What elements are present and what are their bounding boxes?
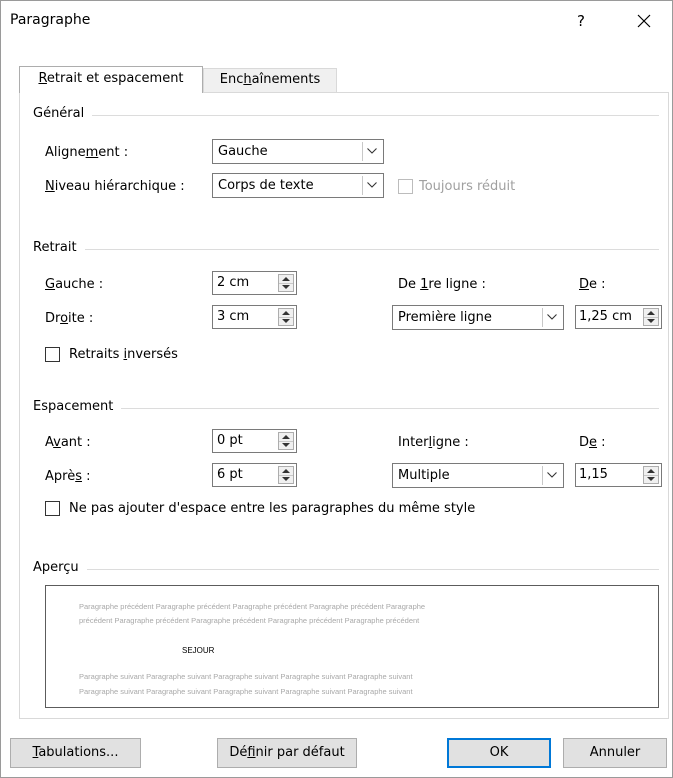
indent-left-spinner[interactable]: 2 cm — [212, 271, 297, 295]
spin-down-button[interactable] — [279, 283, 293, 291]
section-indent-title: Retrait — [33, 240, 85, 255]
ok-button[interactable]: OK — [447, 738, 551, 768]
preview-previous-line: précédent Paragraphe précédent Paragraph… — [79, 616, 420, 625]
preview-next-line: Paragraphe suivant Paragraphe suivant Pa… — [79, 672, 413, 681]
chevron-down-icon[interactable] — [542, 466, 561, 485]
tab-indents-spacing[interactable]: Retrait et espacement — [19, 66, 203, 93]
line-spacing-at-spinner[interactable]: 1,15 — [575, 463, 662, 487]
indent-right-label: Droite : — [45, 311, 94, 326]
outline-level-label: Niveau hiérarchique : — [45, 179, 185, 194]
line-spacing-at-value: 1,15 — [579, 467, 608, 482]
chevron-down-icon[interactable] — [362, 142, 381, 161]
line-spacing-at-label: De : — [579, 435, 606, 450]
spacing-before-spinner[interactable]: 0 pt — [212, 429, 297, 453]
close-button[interactable] — [621, 7, 667, 35]
spacing-after-value: 6 pt — [217, 467, 243, 482]
dialog-title: Paragraphe — [10, 12, 91, 28]
line-spacing-value: Multiple — [398, 468, 450, 483]
spin-down-button[interactable] — [279, 475, 293, 483]
spacing-after-spinner[interactable]: 6 pt — [212, 463, 297, 487]
tab-line-page-breaks[interactable]: Enchaînements — [203, 68, 337, 92]
special-indent-label: De 1re ligne : — [398, 277, 486, 292]
divider — [33, 408, 659, 409]
special-indent-value: Première ligne — [398, 310, 492, 325]
title-bar: Paragraphe ? — [1, 1, 672, 39]
chevron-down-icon[interactable] — [542, 308, 561, 327]
spin-down-button[interactable] — [279, 317, 293, 325]
preview-previous-line: Paragraphe précédent Paragraphe précéden… — [79, 602, 426, 611]
section-preview-title: Aperçu — [33, 560, 87, 575]
divider — [33, 249, 659, 250]
cancel-button[interactable]: Annuler — [563, 738, 667, 768]
indent-by-label: De : — [579, 277, 606, 292]
indent-left-label: Gauche : — [45, 277, 104, 292]
spin-down-button[interactable] — [644, 475, 658, 483]
line-spacing-label: Interligne : — [398, 435, 469, 450]
section-spacing-title: Espacement — [33, 399, 122, 414]
paragraph-dialog: Paragraphe ? Retrait et espacement Encha… — [0, 0, 673, 778]
spacing-after-label: Après : — [45, 469, 91, 484]
section-general-title: Général — [33, 106, 93, 121]
tabs-button[interactable]: Tabulations... — [10, 738, 141, 768]
spacing-before-label: Avant : — [45, 435, 91, 450]
close-icon — [637, 14, 651, 28]
special-indent-select[interactable]: Première ligne — [392, 305, 564, 330]
preview-current-text: SEJOUR — [182, 646, 215, 655]
no-space-same-style-label: Ne pas ajouter d'espace entre les paragr… — [69, 501, 476, 516]
collapsed-label: Toujours réduit — [419, 179, 516, 194]
alignment-value: Gauche — [218, 144, 268, 159]
spacing-before-value: 0 pt — [217, 433, 243, 448]
set-as-default-button[interactable]: Définir par défaut — [217, 738, 357, 768]
indent-right-value: 3 cm — [217, 309, 250, 324]
alignment-select[interactable]: Gauche — [212, 139, 384, 164]
mirror-indents-checkbox[interactable] — [45, 347, 60, 362]
preview-next-line: Paragraphe suivant Paragraphe suivant Pa… — [79, 687, 413, 696]
indent-by-spinner[interactable]: 1,25 cm — [575, 305, 662, 329]
indent-right-spinner[interactable]: 3 cm — [212, 305, 297, 329]
collapsed-checkbox[interactable] — [398, 179, 413, 194]
alignment-label: Alignement : — [45, 145, 129, 160]
help-button[interactable]: ? — [561, 7, 601, 35]
divider — [33, 115, 659, 116]
no-space-same-style-checkbox[interactable] — [45, 501, 60, 516]
spin-down-button[interactable] — [644, 317, 658, 325]
indent-left-value: 2 cm — [217, 275, 250, 290]
indent-by-value: 1,25 cm — [579, 309, 632, 324]
line-spacing-select[interactable]: Multiple — [392, 463, 564, 488]
divider — [33, 569, 659, 570]
outline-level-select[interactable]: Corps de texte — [212, 173, 384, 198]
chevron-down-icon[interactable] — [362, 176, 381, 195]
mirror-indents-label: Retraits inversés — [69, 347, 178, 362]
paragraph-preview: Paragraphe précédent Paragraphe précéden… — [45, 585, 659, 708]
spin-down-button[interactable] — [279, 441, 293, 449]
outline-level-value: Corps de texte — [218, 178, 314, 193]
